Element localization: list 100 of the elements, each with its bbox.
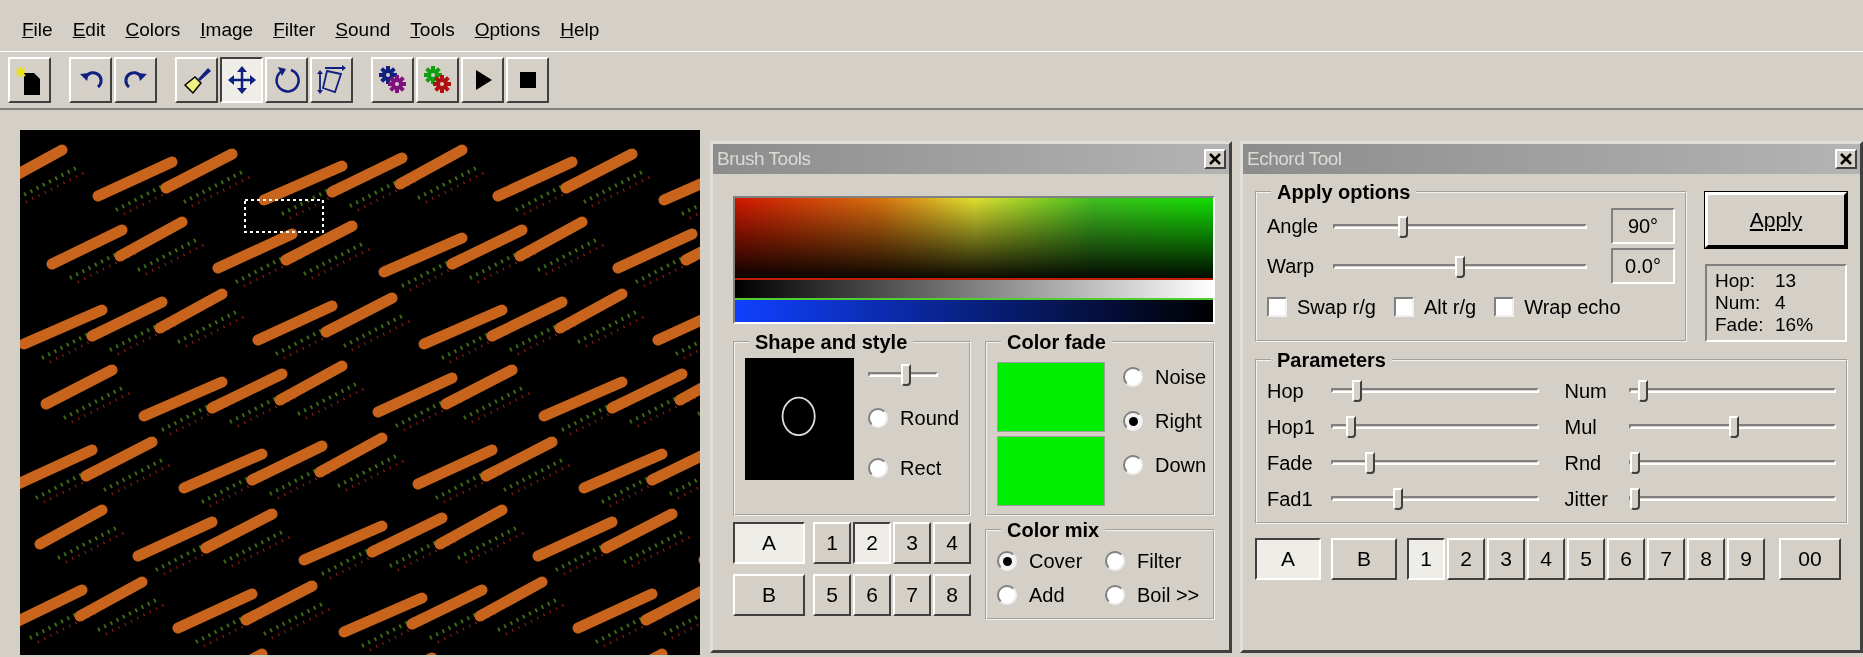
checkbox-option[interactable]: Wrap echo xyxy=(1494,292,1621,322)
stat-value: 4 xyxy=(1775,291,1787,314)
radio-button[interactable] xyxy=(1123,411,1143,431)
bank-button[interactable]: A xyxy=(1255,537,1321,580)
slot-button[interactable]: 4 xyxy=(1527,537,1565,580)
radio-button[interactable] xyxy=(1105,585,1125,605)
slider-label: Angle xyxy=(1267,214,1320,239)
window-title: Brush Tools xyxy=(717,146,811,171)
slot-button[interactable]: 2 xyxy=(1447,537,1485,580)
apply-button[interactable]: Apply xyxy=(1705,192,1847,248)
bank-button[interactable]: B xyxy=(1331,537,1397,580)
checkbox-option[interactable]: Swap r/g xyxy=(1267,292,1376,322)
group-title: Color mix xyxy=(1006,520,1101,540)
slot-button[interactable]: 3 xyxy=(893,522,931,564)
stat-value: 13 xyxy=(1775,270,1798,292)
slot-button[interactable]: 4 xyxy=(933,522,971,564)
radio-button[interactable] xyxy=(1123,455,1143,475)
slider-thumb[interactable] xyxy=(901,364,912,386)
menu-item[interactable]: Options xyxy=(466,10,549,51)
slot-button[interactable]: 8 xyxy=(933,574,971,616)
slider-thumb[interactable] xyxy=(1729,416,1740,439)
slider-label: Warp xyxy=(1267,254,1316,279)
close-button[interactable] xyxy=(1204,149,1226,169)
window-title: Echord Tool xyxy=(1247,146,1342,171)
slider-thumb[interactable] xyxy=(1455,255,1465,278)
color-spectrum[interactable] xyxy=(733,196,1215,324)
menu-item[interactable]: Edit xyxy=(64,10,114,51)
color-swatch[interactable] xyxy=(997,362,1105,432)
radio-button[interactable] xyxy=(1105,551,1125,571)
close-button[interactable] xyxy=(1835,149,1857,169)
radio-button[interactable] xyxy=(997,551,1017,571)
radio-option[interactable]: Add xyxy=(997,580,1095,610)
slot-button[interactable]: 5 xyxy=(813,574,851,616)
slot-button[interactable]: 8 xyxy=(1687,537,1725,580)
toolbar-button[interactable] xyxy=(220,57,263,103)
radio-option[interactable]: Right xyxy=(1123,406,1207,436)
group-title: Apply options xyxy=(1276,182,1412,202)
radio-option[interactable]: Filter xyxy=(1105,546,1203,576)
group-title: Color fade xyxy=(1006,332,1107,352)
radio-option[interactable]: Boil >> xyxy=(1105,580,1203,610)
slot-button[interactable]: 9 xyxy=(1727,537,1765,580)
slot-button[interactable]: 2 xyxy=(853,522,891,564)
slider-label: Fad1 xyxy=(1267,486,1314,512)
slider-label: Fade xyxy=(1267,450,1314,476)
menu-item[interactable]: File xyxy=(14,10,61,51)
menu-item[interactable]: Filter xyxy=(265,10,324,51)
color-swatch[interactable] xyxy=(997,436,1105,506)
stat-label: Hop: xyxy=(1715,270,1757,292)
move-arrows-icon xyxy=(226,65,257,95)
checkbox-option[interactable]: Alt r/g xyxy=(1393,292,1477,322)
slider-thumb[interactable] xyxy=(1629,488,1640,511)
slider-label: Jitter xyxy=(1564,486,1609,512)
group-title: Shape and style xyxy=(754,332,909,352)
skew-transform-icon xyxy=(316,65,347,95)
slot-button[interactable]: 5 xyxy=(1567,537,1605,580)
slot-button[interactable]: 6 xyxy=(853,574,891,616)
slot-button[interactable]: 1 xyxy=(1407,537,1445,580)
value-field[interactable]: 90° xyxy=(1611,208,1675,244)
slider-label: Mul xyxy=(1564,414,1598,440)
radio-option[interactable]: Down xyxy=(1123,450,1207,480)
stat-value: 16% xyxy=(1775,313,1815,336)
menu-item[interactable]: Help xyxy=(552,10,608,51)
close-icon xyxy=(1840,153,1852,165)
slot-button[interactable]: 7 xyxy=(1647,537,1685,580)
value-field[interactable]: 0.0° xyxy=(1611,248,1675,284)
radio-button[interactable] xyxy=(1123,367,1143,387)
radio-button[interactable] xyxy=(997,585,1017,605)
slider-thumb[interactable] xyxy=(1393,488,1404,511)
slider-thumb[interactable] xyxy=(1397,215,1408,238)
group-title: Parameters xyxy=(1276,349,1387,370)
slider-thumb[interactable] xyxy=(1629,452,1640,475)
slot-button[interactable]: 6 xyxy=(1607,537,1645,580)
slot-button[interactable]: 7 xyxy=(893,574,931,616)
preset-button[interactable]: 00 xyxy=(1779,537,1841,580)
radio-button[interactable] xyxy=(868,458,889,478)
gears-icon xyxy=(422,65,453,95)
slider-label: Hop xyxy=(1267,378,1305,404)
radio-option[interactable]: Rect xyxy=(868,453,959,483)
stat-label: Num: xyxy=(1715,291,1762,314)
paintbrush-icon xyxy=(181,65,212,95)
slider-label: Num xyxy=(1564,378,1608,404)
menu-item[interactable]: Colors xyxy=(117,10,189,51)
slot-button[interactable]: 1 xyxy=(813,522,851,564)
bank-button[interactable]: A xyxy=(733,522,805,564)
menu-item[interactable]: Sound xyxy=(327,10,399,51)
slider-thumb[interactable] xyxy=(1346,416,1357,439)
slot-button[interactable]: 3 xyxy=(1487,537,1525,580)
stat-label: Fade: xyxy=(1715,313,1765,336)
slider-thumb[interactable] xyxy=(1364,452,1375,475)
radio-option[interactable]: Round xyxy=(868,403,959,433)
gears-icon xyxy=(377,65,408,95)
radio-button[interactable] xyxy=(868,408,889,428)
slider-thumb[interactable] xyxy=(1352,380,1363,403)
radio-option[interactable]: Noise xyxy=(1123,362,1207,392)
bank-button[interactable]: B xyxy=(733,574,805,616)
slider-label: Rnd xyxy=(1564,450,1603,476)
menu-item[interactable]: Image xyxy=(192,10,262,51)
radio-option[interactable]: Cover xyxy=(997,546,1095,576)
slider-thumb[interactable] xyxy=(1637,380,1648,403)
menu-item[interactable]: Tools xyxy=(402,10,463,51)
